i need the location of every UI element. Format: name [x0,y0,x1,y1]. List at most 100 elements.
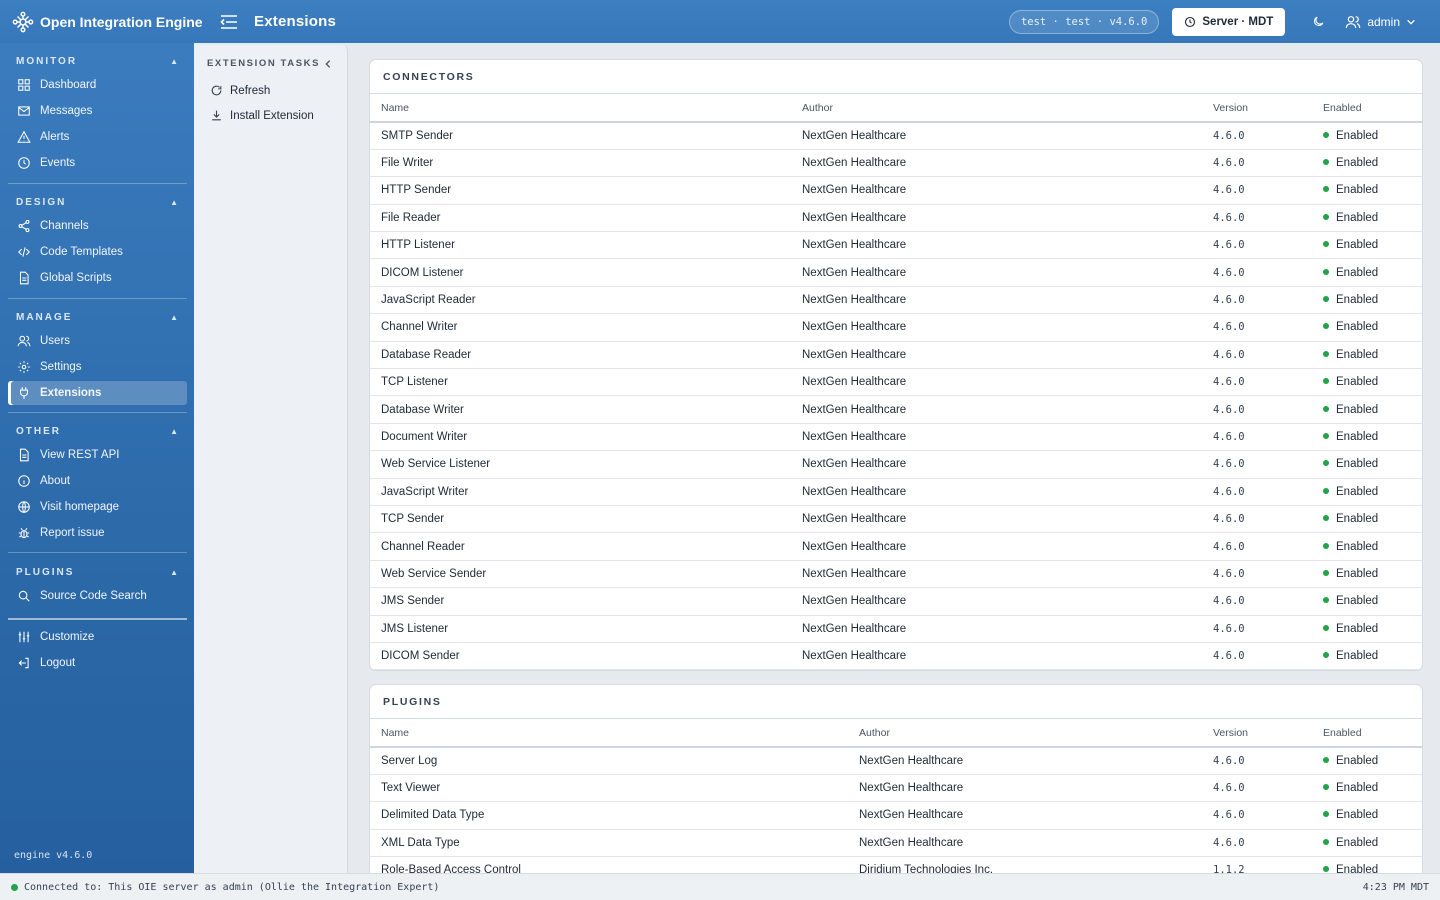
column-header[interactable]: Name [370,719,848,748]
collapse-panel-icon[interactable] [323,59,333,69]
server-timezone-button[interactable]: Server · MDT [1172,7,1286,36]
status-dot [1323,866,1329,873]
extension-enabled-cell: Enabled [1312,505,1422,534]
sidebar-item-global-scripts[interactable]: Global Scripts [8,266,187,290]
environment-badge: test · test · v4.6.0 [1008,9,1160,34]
sidebar-item-settings[interactable]: Settings [8,355,187,379]
section-header[interactable]: DESIGN ▲ [8,194,187,210]
section-header[interactable]: OTHER ▲ [8,423,187,439]
section-title: DESIGN [16,196,67,208]
extension-version-cell: 4.6.0 [1202,478,1312,506]
table-row[interactable]: JavaScript Reader NextGen Healthcare 4.6.0… [370,286,1422,315]
column-header[interactable]: Enabled [1312,94,1422,123]
extension-name-cell: SMTP Sender [370,122,791,150]
brand[interactable]: Open Integration Engine [0,11,210,33]
table-row[interactable]: Document Writer NextGen Healthcare 4.6.0 En… [370,423,1422,452]
table-row[interactable]: JMS Listener NextGen Healthcare 4.6.0 Enabl… [370,615,1422,643]
extension-name-cell: JavaScript Writer [370,478,791,506]
sidebar-item-report-issue[interactable]: Report issue [8,521,187,545]
sidebar-item-label: Visit homepage [40,501,120,513]
install-extension-button[interactable]: Install Extension [194,103,347,128]
section-header[interactable]: MONITOR ▲ [8,53,187,69]
status-dot [1323,241,1329,248]
extension-enabled-cell: Enabled [1312,286,1422,315]
status-badge: Enabled [1336,129,1379,142]
sidebar-item-about[interactable]: About [8,469,187,493]
sidebar-item-visit-homepage[interactable]: Visit homepage [8,495,187,519]
section-title: PLUGINS [16,566,75,578]
extension-author-cell: NextGen Healthcare [791,505,1202,534]
app-name: Open Integration Engine [40,13,203,30]
sidebar-item-code-templates[interactable]: Code Templates [8,240,187,264]
table-row[interactable]: Web Service Sender NextGen Healthcare 4.6.… [370,560,1422,589]
status-badge: Enabled [1336,321,1379,334]
status-dot [1323,569,1329,576]
table-row[interactable]: Channel Reader NextGen Healthcare 4.6.0 Ena… [370,532,1422,561]
column-header[interactable]: Author [848,719,1202,748]
sidebar-item-view-rest-api[interactable]: View REST API [8,443,187,467]
table-row[interactable]: Server Log NextGen Healthcare 4.6.0 Enabled [370,747,1422,775]
sidebar-item-customize[interactable]: Customize [8,625,187,649]
status-dot [1323,296,1329,303]
theme-toggle-button[interactable] [1307,11,1329,33]
extension-author-cell: NextGen Healthcare [848,829,1202,858]
extension-name-cell: JMS Listener [370,615,791,643]
table-row[interactable]: Delimited Data Type NextGen Healthcare 4.6… [370,801,1422,830]
status-badge: Enabled [1336,376,1379,389]
refresh-button[interactable]: Refresh [194,78,347,103]
sidebar-item-logout[interactable]: Logout [8,651,187,675]
extension-author-cell: NextGen Healthcare [791,560,1202,589]
table-row[interactable]: DICOM Listener NextGen Healthcare 4.6.0 Ena… [370,258,1422,287]
extension-version-cell: 4.6.0 [1202,395,1312,424]
column-header[interactable]: Version [1202,719,1312,748]
table-row[interactable]: Database Writer NextGen Healthcare 4.6.0 En… [370,395,1422,424]
gear-icon [18,361,30,373]
table-row[interactable]: Role-Based Access Control Diridium Techno… [370,856,1422,873]
table-row[interactable]: Channel Writer NextGen Healthcare 4.6.0 Ena… [370,313,1422,342]
sidebar-footer-links: Customize Logout [8,623,187,675]
table-row[interactable]: File Reader NextGen Healthcare 4.6.0 Enable… [370,204,1422,233]
sidebar-item-alerts[interactable]: Alerts [8,125,187,149]
section-header[interactable]: MANAGE ▲ [8,309,187,325]
sidebar-item-channels[interactable]: Channels [8,214,187,238]
section-header[interactable]: PLUGINS ▲ [8,564,187,580]
table-row[interactable]: XML Data Type NextGen Healthcare 4.6.0 Enab… [370,829,1422,858]
status-dot [1323,597,1329,604]
chevron-down-icon [1407,19,1415,25]
extension-version-cell: 4.6.0 [1202,122,1312,150]
sidebar-item-users[interactable]: Users [8,329,187,353]
sidebar-item-source-code-search[interactable]: Source Code Search [8,584,187,608]
sidebar-item-label: View REST API [40,449,120,461]
column-header[interactable]: Author [791,94,1202,123]
plugins-card: PLUGINS Name Author Version Enabled Serv… [369,684,1423,873]
extension-author-cell: NextGen Healthcare [791,176,1202,205]
table-row[interactable]: DICOM Sender NextGen Healthcare 4.6.0 Enabl… [370,642,1422,671]
table-row[interactable]: HTTP Sender NextGen Healthcare 4.6.0 Enable… [370,176,1422,205]
extension-name-cell: Server Log [370,747,848,775]
table-row[interactable]: SMTP Sender NextGen Healthcare 4.6.0 Enable… [370,122,1422,150]
sidebar-divider [8,298,187,299]
table-row[interactable]: Text Viewer NextGen Healthcare 4.6.0 Enable… [370,774,1422,803]
table-row[interactable]: TCP Sender NextGen Healthcare 4.6.0 Enabled [370,505,1422,534]
table-row[interactable]: HTTP Listener NextGen Healthcare 4.6.0 Enab… [370,231,1422,260]
sidebar-item-events[interactable]: Events [8,151,187,175]
table-row[interactable]: Web Service Listener NextGen Healthcare 4.… [370,450,1422,479]
column-header[interactable]: Name [370,94,791,123]
extension-version-cell: 4.6.0 [1202,587,1312,616]
table-row[interactable]: Database Reader NextGen Healthcare 4.6.0 En… [370,341,1422,370]
status-badge: Enabled [1336,782,1379,795]
table-row[interactable]: JMS Sender NextGen Healthcare 4.6.0 Enabled [370,587,1422,616]
sidebar-item-dashboard[interactable]: Dashboard [8,73,187,97]
sidebar-item-extensions[interactable]: Extensions [8,381,187,405]
column-header[interactable]: Version [1202,94,1312,123]
extension-name-cell: File Reader [370,204,791,233]
column-header[interactable]: Enabled [1312,719,1422,748]
user-menu-button[interactable]: admin [1345,14,1416,30]
table-row[interactable]: TCP Listener NextGen Healthcare 4.6.0 Enabl… [370,368,1422,397]
sidebar-item-messages[interactable]: Messages [8,99,187,123]
caret-up-icon: ▲ [170,312,178,322]
sidebar-toggle-button[interactable] [214,7,244,37]
table-row[interactable]: JavaScript Writer NextGen Healthcare 4.6.0… [370,478,1422,506]
table-row[interactable]: File Writer NextGen Healthcare 4.6.0 Enable… [370,149,1422,178]
extension-enabled-cell: Enabled [1312,478,1422,506]
